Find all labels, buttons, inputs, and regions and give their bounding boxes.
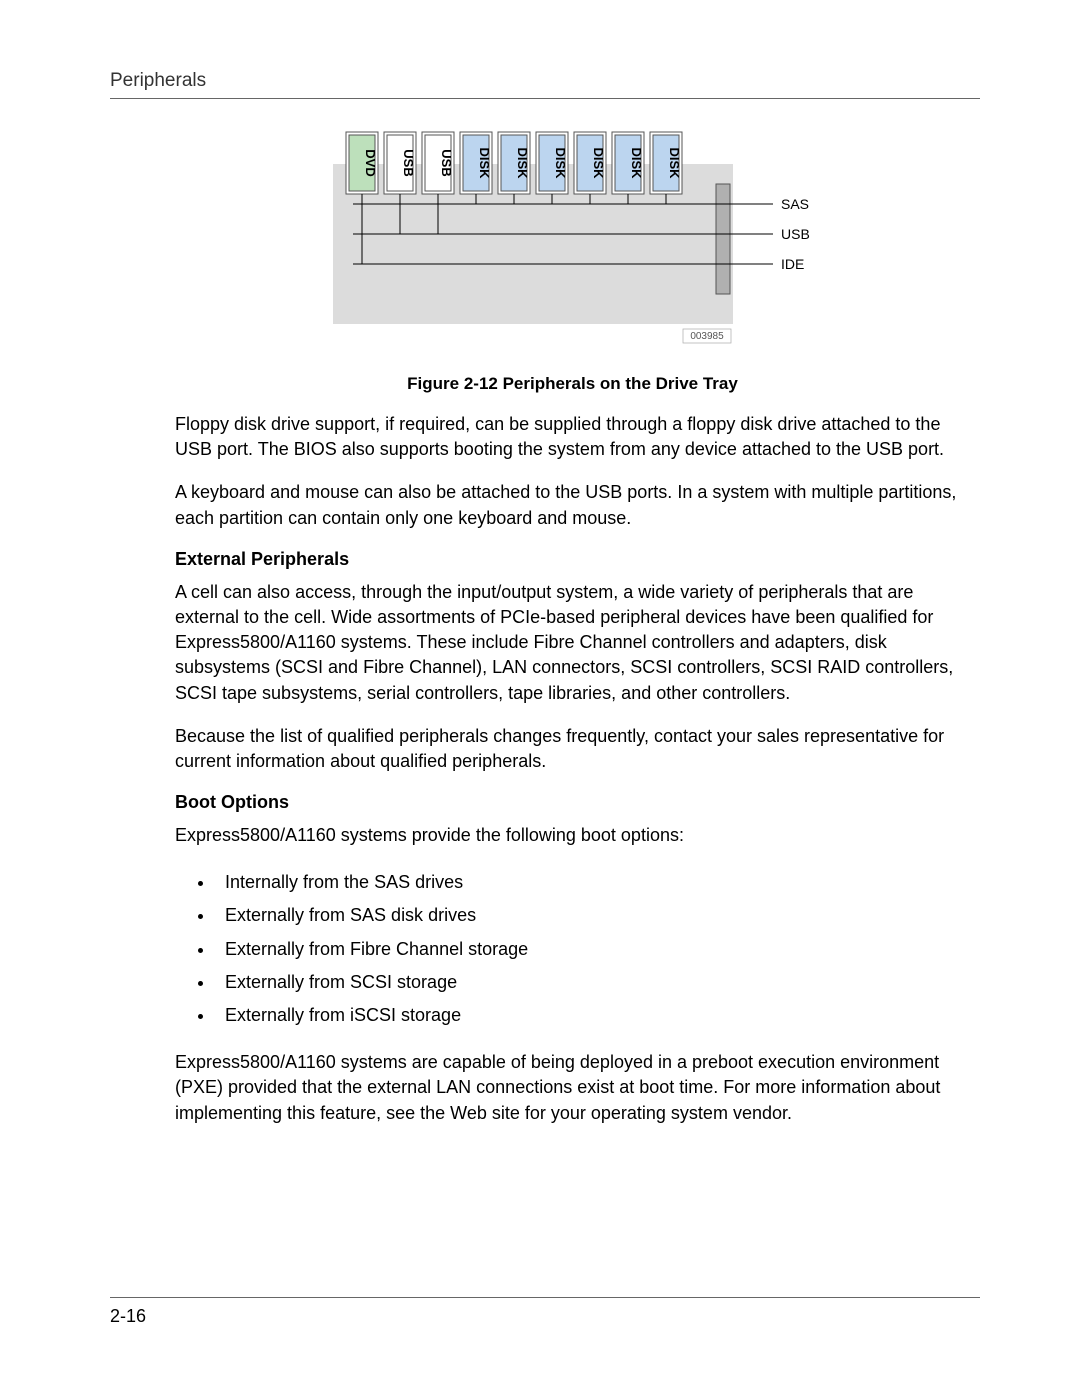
slot-label: DISK — [591, 147, 606, 179]
boot-options-list: Internally from the SAS drivesExternally… — [175, 866, 970, 1032]
slot-label: DISK — [629, 147, 644, 179]
sas-label: SAS — [781, 196, 809, 212]
paragraph-boot-intro: Express5800/A1160 systems provide the fo… — [175, 823, 970, 848]
list-item: Internally from the SAS drives — [215, 866, 970, 899]
paragraph-floppy: Floppy disk drive support, if required, … — [175, 412, 970, 462]
drive-tray-diagram: DVD USB USB DISK DISK DISK DISK DISK DISK SAS US… — [333, 129, 813, 364]
slot-label: USB — [439, 149, 454, 176]
list-item: Externally from iSCSI storage — [215, 999, 970, 1032]
content-area: DVD USB USB DISK DISK DISK DISK DISK DISK SAS US… — [175, 129, 970, 1126]
slot-label: DISK — [553, 147, 568, 179]
page-number: 2-16 — [110, 1306, 980, 1327]
list-item: Externally from SCSI storage — [215, 966, 970, 999]
header-rule — [110, 98, 980, 99]
list-item: Externally from Fibre Channel storage — [215, 933, 970, 966]
figure-container: DVD USB USB DISK DISK DISK DISK DISK DISK SAS US… — [175, 129, 970, 394]
figure-caption: Figure 2-12 Peripherals on the Drive Tra… — [175, 374, 970, 394]
slot-label: DVD — [363, 149, 378, 176]
slot-label: DISK — [667, 147, 682, 179]
slot-label: DISK — [477, 147, 492, 179]
paragraph-contact: Because the list of qualified peripheral… — [175, 724, 970, 774]
paragraph-pxe: Express5800/A1160 systems are capable of… — [175, 1050, 970, 1126]
subhead-boot: Boot Options — [175, 792, 970, 813]
paragraph-external: A cell can also access, through the inpu… — [175, 580, 970, 706]
ide-label: IDE — [781, 256, 804, 272]
page: Peripherals DVD USB USB DISK DISK DISK DISK DIS… — [0, 0, 1080, 1397]
footer: 2-16 — [110, 1297, 980, 1327]
footer-rule — [110, 1297, 980, 1298]
slot-label: DISK — [515, 147, 530, 179]
paragraph-keyboard: A keyboard and mouse can also be attache… — [175, 480, 970, 530]
usb-label: USB — [781, 226, 810, 242]
figure-id: 003985 — [690, 331, 724, 342]
subhead-external: External Peripherals — [175, 549, 970, 570]
section-title: Peripherals — [110, 70, 980, 92]
slot-label: USB — [401, 149, 416, 176]
list-item: Externally from SAS disk drives — [215, 899, 970, 932]
